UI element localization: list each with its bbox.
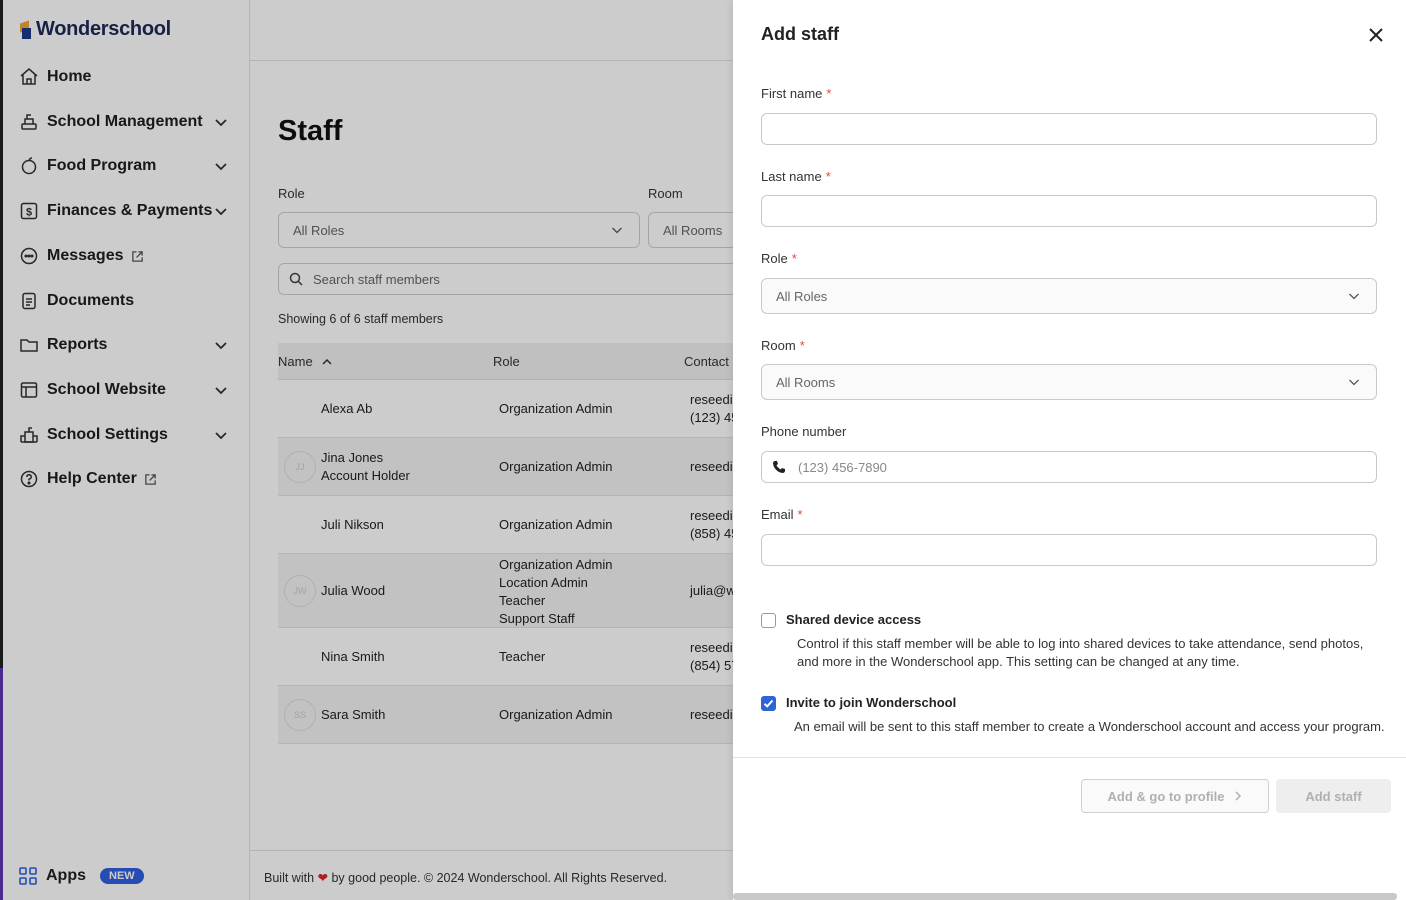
add-staff-drawer: Add staff First name * Last name * Role * A… bbox=[733, 0, 1406, 900]
room-label: Room * bbox=[761, 338, 805, 353]
phone-field[interactable]: (123) 456-7890 bbox=[761, 451, 1377, 483]
close-icon[interactable] bbox=[1367, 26, 1385, 44]
horizontal-scrollbar[interactable] bbox=[733, 893, 1397, 900]
last-name-field[interactable] bbox=[761, 195, 1377, 227]
phone-placeholder: (123) 456-7890 bbox=[798, 459, 887, 475]
last-name-label: Last name * bbox=[761, 169, 831, 184]
add-staff-button[interactable]: Add staff bbox=[1276, 779, 1391, 813]
invite-checkbox[interactable] bbox=[761, 696, 776, 711]
modal-backdrop[interactable] bbox=[0, 0, 733, 900]
drawer-title: Add staff bbox=[761, 24, 839, 44]
role-select[interactable]: All Roles bbox=[761, 278, 1377, 314]
room-select-value: All Rooms bbox=[776, 374, 836, 390]
email-field[interactable] bbox=[761, 534, 1377, 566]
chevron-down-icon bbox=[1349, 379, 1359, 386]
footer-divider bbox=[733, 757, 1406, 758]
shared-device-description-line2: and more in the Wonderschool app. This s… bbox=[797, 654, 1240, 669]
add-and-go-to-profile-button[interactable]: Add & go to profile bbox=[1081, 779, 1269, 813]
shared-device-description-line1: Control if this staff member will be abl… bbox=[797, 636, 1364, 651]
chevron-right-icon bbox=[1235, 791, 1242, 801]
first-name-field[interactable] bbox=[761, 113, 1377, 145]
shared-device-checkbox[interactable] bbox=[761, 613, 776, 628]
invite-description: An email will be sent to this staff memb… bbox=[794, 719, 1385, 734]
checkmark-icon bbox=[763, 699, 774, 708]
shared-device-label[interactable]: Shared device access bbox=[786, 612, 921, 627]
first-name-label: First name * bbox=[761, 86, 832, 101]
role-label: Role * bbox=[761, 251, 797, 266]
phone-label: Phone number bbox=[761, 424, 847, 439]
invite-label[interactable]: Invite to join Wonderschool bbox=[786, 695, 956, 710]
window-edge bbox=[0, 0, 3, 900]
email-label: Email * bbox=[761, 507, 803, 522]
room-select[interactable]: All Rooms bbox=[761, 364, 1377, 400]
phone-icon bbox=[773, 461, 785, 473]
role-select-value: All Roles bbox=[776, 288, 828, 304]
chevron-down-icon bbox=[1349, 293, 1359, 300]
